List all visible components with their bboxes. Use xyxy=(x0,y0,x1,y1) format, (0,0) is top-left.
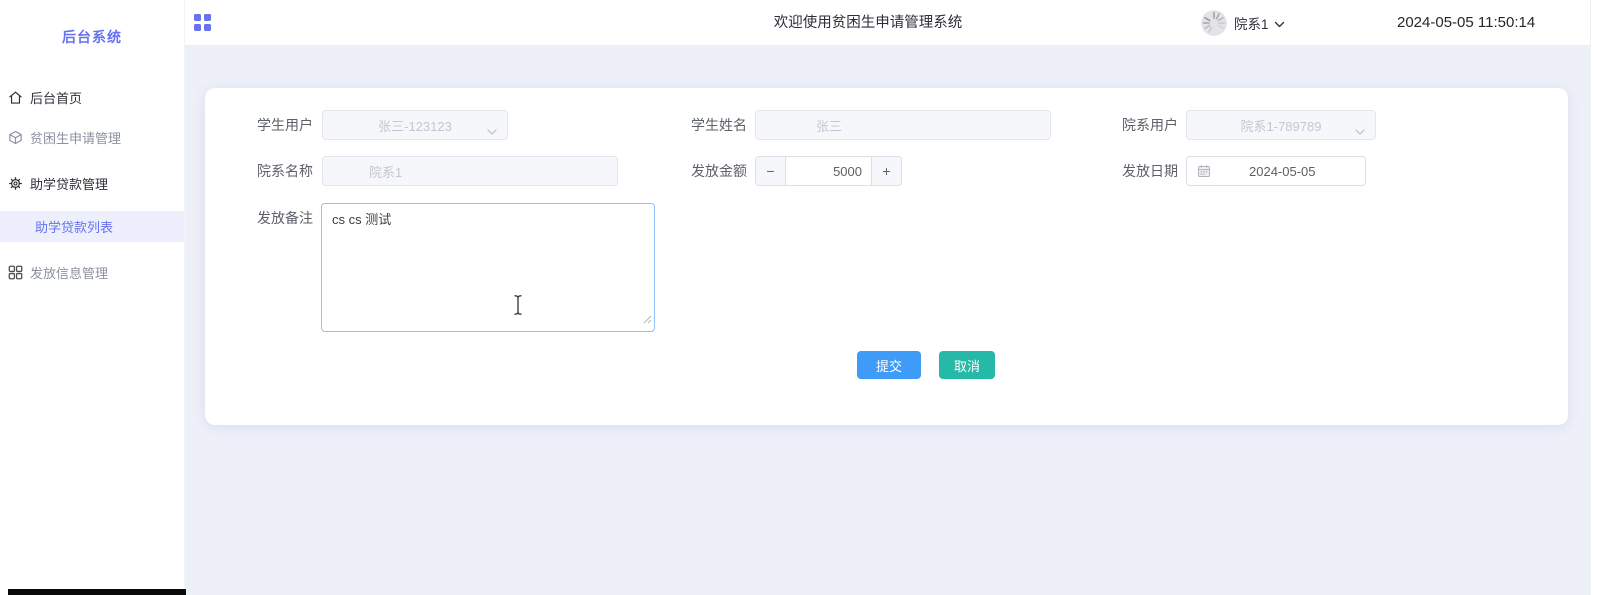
amount-stepper: − 5000 + xyxy=(755,156,902,186)
student-user-value: 张三-123123 xyxy=(378,118,452,134)
dept-name-label: 院系名称 xyxy=(257,163,313,179)
student-name-input[interactable]: 张三 xyxy=(755,110,1051,140)
taskbar-fragment xyxy=(8,589,186,595)
user-menu[interactable]: 院系1 xyxy=(1201,0,1285,46)
topbar: 欢迎使用贫困生申请管理系统 院系1 2024-05-05 11:50:14 xyxy=(185,0,1597,46)
issue-date-value: 2024-05-05 xyxy=(1249,163,1316,179)
home-icon xyxy=(8,90,23,105)
dept-name-value: 院系1 xyxy=(369,164,403,180)
page-title: 欢迎使用贫困生申请管理系统 xyxy=(773,15,963,31)
scrollbar-track[interactable] xyxy=(1590,0,1597,595)
chevron-down-icon xyxy=(1274,15,1285,33)
sidebar-item-issue-info-manage[interactable]: 发放信息管理 xyxy=(0,259,184,285)
dept-name-input[interactable]: 院系1 xyxy=(322,156,618,186)
gear-icon xyxy=(8,176,23,191)
sidebar: 后台系统 后台首页 贫困生申请管理 助学贷款管理 助学贷款列表 发放信息管理 xyxy=(0,0,185,595)
issue-date-label: 发放日期 xyxy=(1122,163,1178,179)
datetime-text: 2024-05-05 11:50:14 xyxy=(1397,14,1536,31)
amount-label: 发放金额 xyxy=(691,163,747,179)
calendar-icon xyxy=(1197,164,1211,178)
sidebar-item-label: 后台首页 xyxy=(30,90,83,106)
student-name-label: 学生姓名 xyxy=(691,117,747,133)
sidebar-item-home[interactable]: 后台首页 xyxy=(0,84,184,110)
student-user-label: 学生用户 xyxy=(257,117,313,133)
user-name: 院系1 xyxy=(1234,17,1269,32)
cancel-button[interactable]: 取消 xyxy=(939,351,995,379)
decrease-button[interactable]: − xyxy=(756,157,786,185)
sidebar-item-poor-student-apply[interactable]: 贫困生申请管理 xyxy=(0,124,184,150)
remark-label: 发放备注 xyxy=(257,210,313,226)
menu-grid-icon[interactable] xyxy=(194,14,211,31)
dept-user-select[interactable]: 院系1-789789 xyxy=(1186,110,1376,140)
sidebar-item-label: 发放信息管理 xyxy=(30,265,109,281)
student-user-select[interactable]: 张三-123123 xyxy=(322,110,508,140)
increase-button[interactable]: + xyxy=(871,157,901,185)
chevron-down-icon xyxy=(1355,123,1365,138)
issue-date-picker[interactable]: 2024-05-05 xyxy=(1186,156,1366,186)
issue-form-card: 学生用户 张三-123123 学生姓名 张三 院系用户 院系1-789789 院… xyxy=(205,88,1568,425)
student-name-value: 张三 xyxy=(816,118,843,134)
remark-value: cs cs 测试 xyxy=(332,212,392,227)
avatar xyxy=(1201,10,1227,36)
sidebar-item-label: 助学贷款管理 xyxy=(30,176,109,192)
sidebar-subitem-label: 助学贷款列表 xyxy=(35,220,114,235)
sidebar-subitem-loan-list[interactable]: 助学贷款列表 xyxy=(0,211,184,242)
resize-handle-icon[interactable] xyxy=(643,311,652,329)
dept-user-value: 院系1-789789 xyxy=(1240,118,1322,134)
dept-user-label: 院系用户 xyxy=(1122,117,1178,133)
grid-icon xyxy=(8,265,23,280)
cube-icon xyxy=(8,130,23,145)
app-logo-text: 后台系统 xyxy=(62,29,122,45)
amount-value[interactable]: 5000 xyxy=(786,157,871,185)
submit-button[interactable]: 提交 xyxy=(857,351,921,379)
remark-textarea[interactable]: cs cs 测试 xyxy=(321,203,655,332)
sidebar-item-loan-manage[interactable]: 助学贷款管理 xyxy=(0,170,184,196)
sidebar-item-label: 贫困生申请管理 xyxy=(30,130,122,146)
chevron-down-icon xyxy=(487,123,497,138)
